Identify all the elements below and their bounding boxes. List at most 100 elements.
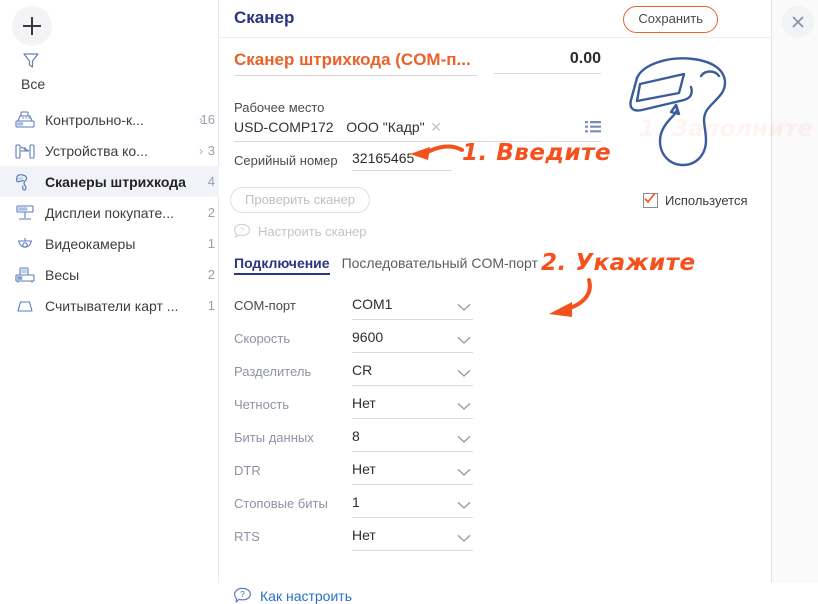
setting-value: 9600 <box>352 329 384 345</box>
check-scanner-button[interactable]: Проверить сканер <box>230 187 370 213</box>
workplace-field[interactable]: USD-COMP172 ООО "Кадр" ✕ <box>234 119 601 142</box>
sidebar-item-card-readers[interactable]: Считыватели карт ... 1 <box>0 290 219 321</box>
sidebar-item-customer-displays[interactable]: Дисплеи покупате... 2 <box>0 197 219 228</box>
setting-label: Стоповые биты <box>234 496 328 511</box>
clear-x-icon[interactable]: ✕ <box>430 119 442 135</box>
setting-label: Биты данных <box>234 430 314 445</box>
sidebar-item-count: 1 <box>207 298 215 313</box>
close-button[interactable] <box>782 6 814 38</box>
checkmark-icon <box>644 193 656 204</box>
panel-header: Сканер Сохранить <box>219 0 771 38</box>
sidebar: Все Контрольно-к... › 16 Устройства ко..… <box>0 0 219 583</box>
used-checkbox-row[interactable]: Используется <box>643 193 748 208</box>
sidebar-item-video-cameras[interactable]: Видеокамеры 1 <box>0 228 219 259</box>
sidebar-item-label: Контрольно-к... <box>45 111 144 128</box>
setting-row-dtr: DTR Нет <box>219 458 772 491</box>
video-camera-icon <box>13 233 37 255</box>
setting-row-parity: Четность Нет <box>219 392 772 425</box>
stop-bits-select[interactable]: 1 <box>352 491 473 518</box>
com-settings-rows: COM-порт COM1 Скорость 9600 Разделитель … <box>219 293 772 557</box>
sidebar-item-label: Видеокамеры <box>45 235 136 252</box>
setting-label: Разделитель <box>234 364 312 379</box>
plus-icon-vertical <box>31 17 33 35</box>
cash-register-icon <box>13 109 37 131</box>
scanner-price-field[interactable]: 0.00 <box>494 50 601 74</box>
dtr-select[interactable]: Нет <box>352 458 473 485</box>
serial-number-label: Серийный номер <box>234 153 338 168</box>
setting-value: CR <box>352 362 373 378</box>
setting-row-com-port: COM-порт COM1 <box>219 293 772 326</box>
sidebar-item-scales[interactable]: Весы 2 <box>0 259 219 290</box>
chevron-down-icon <box>457 465 471 480</box>
connection-type-value[interactable]: Последовательный COM-порт <box>342 255 538 271</box>
rts-select[interactable]: Нет <box>352 524 473 551</box>
setting-row-rts: RTS Нет <box>219 524 772 557</box>
svg-text:?: ? <box>240 226 244 235</box>
used-checkbox-label: Используется <box>665 193 748 208</box>
setting-value: Нет <box>352 395 376 411</box>
setting-label: Четность <box>234 397 290 412</box>
chevron-down-icon <box>457 432 471 447</box>
card-reader-icon <box>13 295 37 317</box>
workplace-label: Рабочее место <box>234 100 325 115</box>
setting-label: DTR <box>234 463 261 478</box>
setting-value: Нет <box>352 461 376 477</box>
svg-text:?: ? <box>240 589 245 599</box>
barcode-scanner-illustration <box>613 48 761 174</box>
separator-select[interactable]: CR <box>352 359 473 386</box>
save-button[interactable]: Сохранить <box>623 6 718 33</box>
setting-value: 8 <box>352 428 360 444</box>
connection-tabs: Подключение Последовательный COM-порт <box>234 255 538 275</box>
chevron-down-icon <box>457 366 471 381</box>
sidebar-all-filter[interactable]: Все <box>21 76 45 92</box>
workplace-value-company: ООО "Кадр" <box>346 119 425 135</box>
sidebar-item-label: Сканеры штрихкода <box>45 173 186 190</box>
chevron-down-icon <box>457 531 471 546</box>
setting-value: COM1 <box>352 296 393 312</box>
com-port-select[interactable]: COM1 <box>352 293 473 320</box>
question-bubble-icon: ? <box>233 587 252 604</box>
customer-display-icon <box>13 202 37 224</box>
workplace-value-computer: USD-COMP172 <box>234 119 334 135</box>
setting-row-stop-bits: Стоповые биты 1 <box>219 491 772 524</box>
sidebar-nav-list: Контрольно-к... › 16 Устройства ко... › … <box>0 104 219 321</box>
chevron-down-icon <box>457 498 471 513</box>
question-bubble-icon: ? <box>233 223 251 239</box>
setup-scanner-link[interactable]: ? Настроить сканер <box>233 223 366 239</box>
sidebar-item-cash-registers[interactable]: Контрольно-к... › 16 <box>0 104 219 135</box>
add-button[interactable] <box>12 6 52 46</box>
filter-button[interactable] <box>21 50 41 70</box>
sidebar-item-count: 4 <box>207 174 215 189</box>
setting-row-separator: Разделитель CR <box>219 359 772 392</box>
close-icon <box>792 16 804 28</box>
scales-icon <box>13 264 37 286</box>
barcode-scanner-icon <box>13 171 37 193</box>
setting-label: RTS <box>234 529 260 544</box>
setting-row-speed: Скорость 9600 <box>219 326 772 359</box>
sidebar-item-count: 2 <box>207 205 215 220</box>
used-checkbox[interactable] <box>643 193 658 208</box>
sidebar-item-count: 3 <box>207 143 215 158</box>
setting-label: Скорость <box>234 331 291 346</box>
how-to-setup-label: Как настроить <box>260 587 352 604</box>
scanner-form: Сканер штрихкода (COM-п... 0.00 1. Запол… <box>219 38 813 604</box>
chevron-down-icon <box>457 333 471 348</box>
scanner-name-field[interactable]: Сканер штрихкода (COM-п... <box>234 50 477 76</box>
chevron-down-icon <box>457 399 471 414</box>
serial-number-input[interactable]: 32165465 <box>352 150 452 171</box>
list-picker-icon[interactable] <box>585 120 601 137</box>
sidebar-item-count: 2 <box>207 267 215 282</box>
parity-select[interactable]: Нет <box>352 392 473 419</box>
page-title: Сканер <box>234 8 295 27</box>
how-to-setup-link[interactable]: ? Как настроить <box>233 587 352 604</box>
setting-label: COM-порт <box>234 298 296 313</box>
setting-value: Нет <box>352 527 376 543</box>
sidebar-item-barcode-scanners[interactable]: Сканеры штрихкода 4 <box>0 166 219 197</box>
tab-connection[interactable]: Подключение <box>234 255 330 275</box>
scanner-panel: Сканер Сохранить Сканер штрихкода (COM-п… <box>219 0 813 604</box>
sidebar-item-access-devices[interactable]: Устройства ко... › 3 <box>0 135 219 166</box>
setting-row-data-bits: Биты данных 8 <box>219 425 772 458</box>
speed-select[interactable]: 9600 <box>352 326 473 353</box>
sidebar-item-label: Дисплеи покупате... <box>45 204 174 221</box>
data-bits-select[interactable]: 8 <box>352 425 473 452</box>
